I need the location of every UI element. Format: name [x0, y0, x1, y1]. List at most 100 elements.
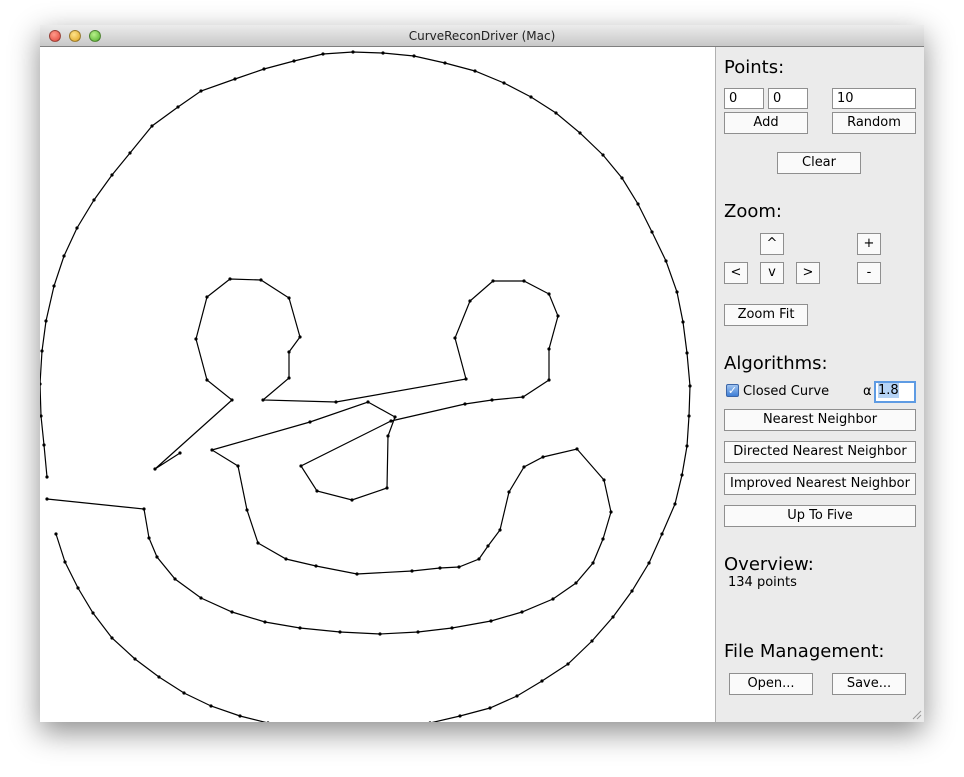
zoom-fit-button[interactable]: Zoom Fit	[724, 304, 808, 326]
curve-point	[155, 555, 159, 559]
curve-point	[416, 630, 420, 634]
curve-point	[502, 81, 506, 85]
curve-point	[428, 721, 432, 725]
curve-point	[522, 279, 526, 283]
curve-point	[366, 400, 370, 404]
curve-point	[54, 532, 58, 536]
curve-point	[42, 443, 46, 447]
curve-point	[230, 398, 234, 402]
curve-point	[681, 320, 685, 324]
curve-point	[178, 451, 182, 455]
pan-left-button[interactable]: <	[724, 262, 748, 284]
curve-point	[45, 497, 49, 501]
curve-point	[520, 610, 524, 614]
alpha-label: α	[863, 384, 872, 399]
curve-point	[457, 565, 461, 569]
curve-point	[521, 395, 525, 399]
closed-curve-label: Closed Curve	[743, 384, 830, 399]
curve-point	[262, 67, 266, 71]
curve-point	[245, 508, 249, 512]
app-window: CurveReconDriver (Mac) Points: Add Rando…	[38, 25, 924, 731]
curve-point	[308, 420, 312, 424]
algorithms-heading: Algorithms:	[724, 353, 828, 374]
curve-point	[687, 414, 691, 418]
curve-point	[153, 467, 157, 471]
overview-heading: Overview:	[724, 554, 814, 575]
save-button[interactable]: Save...	[832, 673, 906, 695]
curve-point	[450, 626, 454, 630]
nearest-neighbor-button[interactable]: Nearest Neighbor	[724, 409, 916, 431]
curve-point	[194, 337, 198, 341]
curve-point	[490, 398, 494, 402]
curve-point	[182, 691, 186, 695]
curve-point	[453, 336, 457, 340]
curve-point	[574, 581, 578, 585]
pan-up-button[interactable]: ^	[760, 233, 784, 255]
curve-point	[602, 478, 606, 482]
curve-point	[314, 564, 318, 568]
pan-down-button[interactable]: v	[760, 262, 784, 284]
curve-point	[609, 510, 613, 514]
point-y-input[interactable]	[768, 88, 808, 109]
curve-point	[39, 414, 43, 418]
add-button[interactable]: Add	[724, 112, 808, 134]
resize-grip-icon[interactable]	[912, 710, 922, 720]
closed-curve-checkbox[interactable]: ✓	[726, 384, 739, 397]
curve-point	[157, 675, 161, 679]
random-button[interactable]: Random	[832, 112, 916, 134]
curve-point	[491, 279, 495, 283]
curve-point	[110, 173, 114, 177]
curve-point	[315, 489, 319, 493]
file-management-heading: File Management:	[724, 641, 885, 662]
curve-point	[541, 455, 545, 459]
improved-nearest-neighbor-button[interactable]: Improved Nearest Neighbor	[724, 473, 916, 495]
curve-point	[591, 561, 595, 565]
curve-point	[620, 176, 624, 180]
curve-path	[39, 51, 691, 730]
point-x-input[interactable]	[724, 88, 764, 109]
curve-point	[259, 278, 263, 282]
curve-point	[228, 277, 232, 281]
curve-point	[673, 502, 677, 506]
curve-point	[385, 486, 389, 490]
up-to-five-button[interactable]: Up To Five	[724, 505, 916, 527]
zoom-in-button[interactable]: +	[857, 233, 881, 255]
zoom-out-button[interactable]: -	[857, 262, 881, 284]
clear-button[interactable]: Clear	[777, 152, 861, 174]
curve-point	[675, 290, 679, 294]
curve-point	[601, 537, 605, 541]
curve-point	[334, 400, 338, 404]
curve-point	[412, 54, 416, 58]
pan-right-button[interactable]: >	[796, 262, 820, 284]
curve-point	[230, 610, 234, 614]
open-button[interactable]: Open...	[729, 673, 813, 695]
curve-point	[601, 153, 605, 157]
random-count-input[interactable]	[832, 88, 916, 109]
curve-point	[680, 473, 684, 477]
directed-nearest-neighbor-button[interactable]: Directed Nearest Neighbor	[724, 441, 916, 463]
curve-point	[529, 95, 533, 99]
curve-point	[650, 230, 654, 234]
curve-point	[489, 619, 493, 623]
curve-point	[110, 636, 114, 640]
alpha-input[interactable]: 1.8	[874, 381, 916, 403]
drawing-canvas[interactable]	[38, 47, 715, 731]
curve-point	[173, 577, 177, 581]
curve-point	[45, 475, 49, 479]
curve-point	[199, 596, 203, 600]
curve-point	[473, 69, 477, 73]
curve-point	[458, 714, 462, 718]
curve-point	[647, 561, 651, 565]
curve-point	[292, 59, 296, 63]
curve-point	[660, 532, 664, 536]
curve-point	[350, 498, 354, 502]
title-bar[interactable]: CurveReconDriver (Mac)	[40, 25, 924, 47]
curve-point	[381, 51, 385, 55]
curve-point	[147, 536, 151, 540]
curve-point	[477, 557, 481, 561]
zoom-heading: Zoom:	[724, 201, 782, 222]
curve-point	[386, 434, 390, 438]
curve-point	[488, 706, 492, 710]
curve-point	[38, 382, 42, 386]
curve-point	[685, 351, 689, 355]
